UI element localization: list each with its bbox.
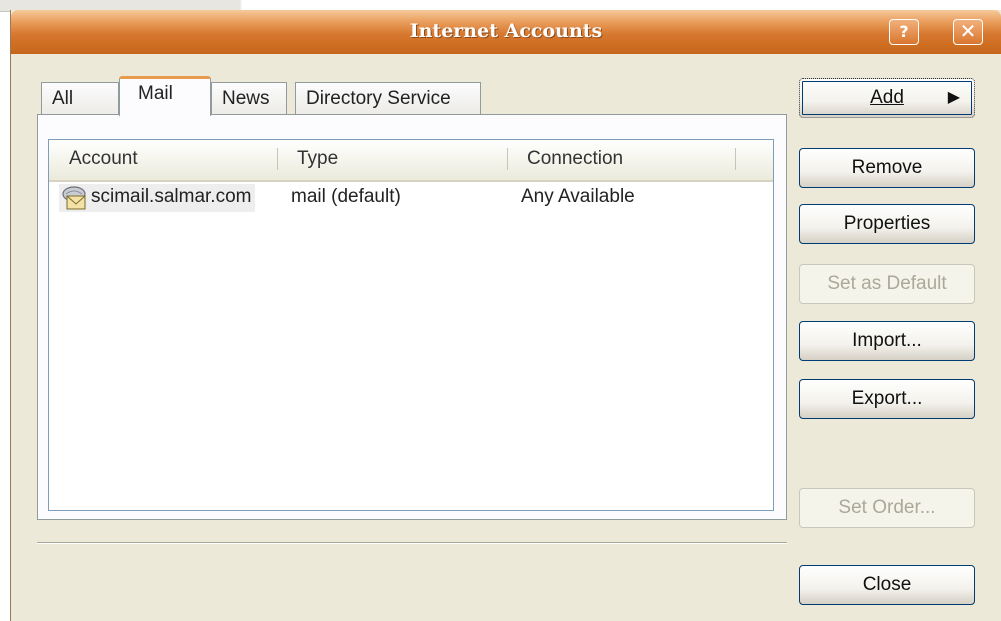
account-type: mail (default) xyxy=(291,186,401,207)
tab-news[interactable]: News xyxy=(211,82,287,115)
help-button[interactable]: ? xyxy=(889,19,919,45)
set-order-button[interactable]: Set Order... xyxy=(799,488,975,528)
close-button[interactable]: Close xyxy=(799,565,975,605)
column-header-account[interactable]: Account xyxy=(49,140,277,178)
remove-button[interactable]: Remove xyxy=(799,148,975,188)
add-button[interactable]: Add ▶ xyxy=(799,78,975,118)
account-name: scimail.salmar.com xyxy=(91,186,252,207)
list-header: Account Type Connection xyxy=(49,140,773,182)
tab-all[interactable]: All xyxy=(41,82,119,115)
tab-directory-service[interactable]: Directory Service xyxy=(295,82,481,115)
mail-account-icon xyxy=(61,185,91,211)
add-button-label: Add xyxy=(870,87,904,108)
account-cell: scimail.salmar.com xyxy=(59,184,256,212)
tab-mail[interactable]: Mail xyxy=(119,76,211,116)
column-header-type[interactable]: Type xyxy=(277,140,507,178)
set-as-default-button[interactable]: Set as Default xyxy=(799,264,975,304)
title-bar[interactable]: Internet Accounts ? ✕ xyxy=(11,10,1001,54)
close-window-button[interactable]: ✕ xyxy=(953,19,983,45)
accounts-list[interactable]: Account Type Connection scimail.salmar.c… xyxy=(48,139,774,511)
internet-accounts-dialog: Internet Accounts ? ✕ All Mail News Dire… xyxy=(10,10,1001,621)
submenu-arrow-icon: ▶ xyxy=(947,89,960,106)
properties-button[interactable]: Properties xyxy=(799,204,975,244)
list-item[interactable]: scimail.salmar.com mail (default) Any Av… xyxy=(51,182,771,214)
import-button[interactable]: Import... xyxy=(799,321,975,361)
export-button[interactable]: Export... xyxy=(799,379,975,419)
account-connection: Any Available xyxy=(521,186,635,207)
column-divider[interactable] xyxy=(735,148,736,170)
window-title: Internet Accounts xyxy=(409,20,603,42)
column-header-connection[interactable]: Connection xyxy=(507,140,735,178)
separator xyxy=(37,542,787,544)
